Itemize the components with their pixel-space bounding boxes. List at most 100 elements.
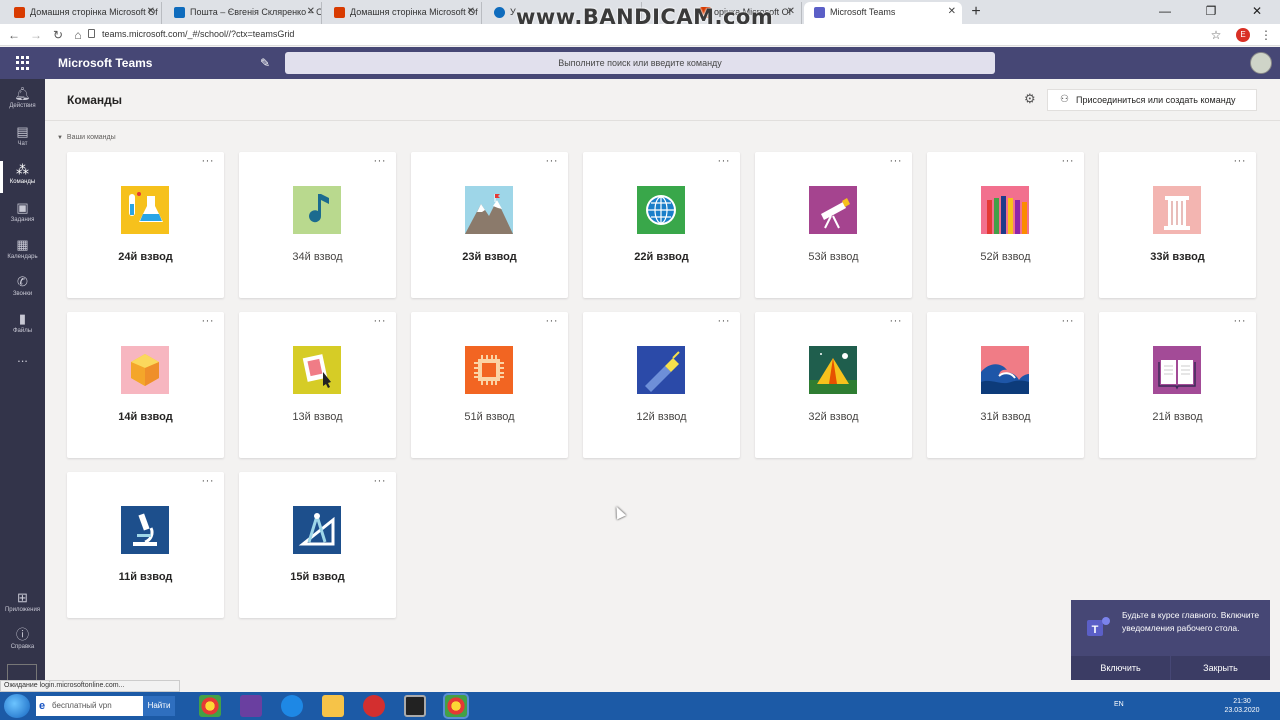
new-tab-button[interactable]: + bbox=[966, 3, 986, 21]
join-or-create-team-button[interactable]: ⚇ Присоединиться или создать команду bbox=[1047, 89, 1257, 111]
team-card[interactable]: ··· 32й взвод bbox=[755, 312, 912, 458]
teams-icon bbox=[814, 7, 825, 18]
user-avatar[interactable] bbox=[1250, 52, 1272, 74]
browser-status-text: Ожидание login.microsoftonline.com... bbox=[0, 680, 180, 692]
start-button[interactable] bbox=[4, 694, 30, 718]
more-options-icon[interactable]: ··· bbox=[1062, 155, 1075, 167]
close-window-button[interactable]: ✕ bbox=[1234, 0, 1280, 22]
more-options-icon[interactable]: ··· bbox=[374, 475, 387, 487]
minimize-button[interactable]: — bbox=[1142, 0, 1188, 22]
chrome-active-icon[interactable] bbox=[443, 693, 469, 719]
more-options-icon[interactable]: ··· bbox=[546, 315, 559, 327]
more-options-icon[interactable]: ··· bbox=[374, 315, 387, 327]
more-options-icon[interactable]: ··· bbox=[890, 315, 903, 327]
team-card[interactable]: ··· 21й взвод bbox=[1099, 312, 1256, 458]
more-options-icon[interactable]: ··· bbox=[202, 155, 215, 167]
tab-title: Пошта – Євгенія Скляренко – О bbox=[190, 7, 322, 17]
app-launcher-icon[interactable] bbox=[16, 56, 30, 70]
rail-item-help[interactable]: ⓘ Справка bbox=[0, 624, 45, 660]
bandicam-icon[interactable] bbox=[404, 695, 426, 717]
windows-taskbar: e бесплатный vpn Найти EN 21:30 23.03.20… bbox=[0, 692, 1280, 720]
taskbar-search-input[interactable]: e бесплатный vpn bbox=[36, 696, 143, 716]
team-card[interactable]: ··· 23й взвод bbox=[411, 152, 568, 298]
rail-item-assignments[interactable]: ▣ Задания bbox=[0, 197, 45, 233]
star-icon[interactable]: ☆ bbox=[1208, 27, 1224, 43]
forward-icon[interactable]: → bbox=[28, 27, 44, 43]
visual-studio-icon[interactable] bbox=[240, 695, 262, 717]
more-options-icon[interactable]: ··· bbox=[1234, 155, 1247, 167]
reload-icon[interactable]: ↻ bbox=[50, 27, 66, 43]
rail-item-teams[interactable]: ⁂ Команды bbox=[0, 159, 45, 195]
more-options-icon[interactable]: ··· bbox=[1234, 315, 1247, 327]
rail-item-apps[interactable]: ⊞ Приложения bbox=[0, 587, 45, 623]
more-options-icon[interactable]: ··· bbox=[890, 155, 903, 167]
browser-tab[interactable]: Домашня сторінка Microsoft Of ✕ bbox=[4, 2, 162, 24]
browser-menu-icon[interactable]: ⋮ bbox=[1258, 27, 1274, 43]
team-card[interactable]: ··· 52й взвод bbox=[927, 152, 1084, 298]
close-tab-icon[interactable]: ✕ bbox=[147, 6, 155, 17]
team-card[interactable]: ··· 53й взвод bbox=[755, 152, 912, 298]
more-options-icon[interactable]: ··· bbox=[202, 315, 215, 327]
main-content: Команды ⚙ ⚇ Присоединиться или создать к… bbox=[45, 79, 1280, 690]
language-indicator[interactable]: EN bbox=[1114, 701, 1124, 708]
caret-down-icon: ▼ bbox=[57, 135, 63, 141]
rail-item-calls[interactable]: ✆ Звонки bbox=[0, 271, 45, 307]
rail-item-files[interactable]: ▮ Файлы bbox=[0, 308, 45, 344]
calendar-icon: ▦ bbox=[16, 237, 29, 252]
search-input[interactable]: Выполните поиск или введите команду bbox=[285, 52, 995, 74]
clock[interactable]: 21:30 23.03.2020 bbox=[1222, 697, 1262, 715]
notification-toast: T Будьте в курсе главного. Включите увед… bbox=[1071, 600, 1270, 680]
more-options-icon[interactable]: ··· bbox=[546, 155, 559, 167]
rail-label: Календарь bbox=[7, 254, 38, 260]
enable-notifications-button[interactable]: Включить bbox=[1071, 656, 1170, 680]
rail-item-more[interactable]: ... bbox=[0, 347, 45, 383]
close-tab-icon[interactable]: ✕ bbox=[307, 6, 315, 17]
browser-tab[interactable]: Пошта – Євгенія Скляренко – О ✕ bbox=[164, 2, 322, 24]
close-tab-icon[interactable]: ✕ bbox=[787, 6, 795, 17]
opera-icon[interactable] bbox=[363, 695, 385, 717]
team-card[interactable]: ··· 15й взвод bbox=[239, 472, 396, 618]
team-card[interactable]: ··· 14й взвод bbox=[67, 312, 224, 458]
team-card[interactable]: ··· 11й взвод bbox=[67, 472, 224, 618]
your-teams-section-toggle[interactable]: ▼ Ваши команды bbox=[57, 134, 116, 141]
browser-tab-active[interactable]: Microsoft Teams ✕ bbox=[804, 2, 962, 24]
team-name: 23й взвод bbox=[462, 251, 517, 263]
more-options-icon[interactable]: ··· bbox=[718, 155, 731, 167]
team-card[interactable]: ··· 34й взвод bbox=[239, 152, 396, 298]
more-options-icon[interactable]: ··· bbox=[1062, 315, 1075, 327]
back-icon[interactable]: ← bbox=[6, 27, 22, 43]
browser-tab[interactable]: Домашня сторінка Microsoft Of ✕ bbox=[324, 2, 482, 24]
team-card[interactable]: ··· 51й взвод bbox=[411, 312, 568, 458]
gear-icon[interactable]: ⚙ bbox=[1024, 91, 1036, 107]
team-name: 53й взвод bbox=[808, 251, 859, 263]
more-options-icon[interactable]: ··· bbox=[374, 155, 387, 167]
rail-item-calendar[interactable]: ▦ Календарь bbox=[0, 234, 45, 270]
team-card[interactable]: ··· 12й взвод bbox=[583, 312, 740, 458]
address-bar: ← → ↻ ⌂ teams.microsoft.com/_#/school//?… bbox=[0, 24, 1280, 46]
team-card[interactable]: ··· 33й взвод bbox=[1099, 152, 1256, 298]
team-card[interactable]: ··· 31й взвод bbox=[927, 312, 1084, 458]
edge-icon: e bbox=[39, 700, 46, 712]
team-name: 13й взвод bbox=[292, 411, 343, 423]
close-toast-button[interactable]: Закрыть bbox=[1171, 656, 1270, 680]
rail-item-chat[interactable]: ▤ Чат bbox=[0, 121, 45, 157]
team-card[interactable]: ··· 13й взвод bbox=[239, 312, 396, 458]
url-field[interactable]: teams.microsoft.com/_#/school//?ctx=team… bbox=[102, 29, 294, 39]
taskbar-find-button[interactable]: Найти bbox=[143, 696, 175, 716]
compose-icon[interactable]: ✎ bbox=[260, 56, 270, 70]
internet-explorer-icon[interactable] bbox=[281, 695, 303, 717]
compass-icon bbox=[293, 506, 341, 554]
team-card[interactable]: ··· 22й взвод bbox=[583, 152, 740, 298]
team-card[interactable]: ··· 24й взвод bbox=[67, 152, 224, 298]
close-tab-icon[interactable]: ✕ bbox=[467, 6, 475, 17]
rail-item-activity[interactable]: 🔔︎ Действия bbox=[0, 83, 45, 119]
chrome-icon[interactable] bbox=[199, 695, 221, 717]
more-options-icon[interactable]: ··· bbox=[718, 315, 731, 327]
home-icon[interactable]: ⌂ bbox=[70, 27, 86, 43]
close-tab-icon[interactable]: ✕ bbox=[948, 6, 956, 17]
more-options-icon[interactable]: ··· bbox=[202, 475, 215, 487]
profile-avatar[interactable]: E bbox=[1236, 28, 1250, 42]
file-explorer-icon[interactable] bbox=[322, 695, 344, 717]
maximize-button[interactable]: ❐ bbox=[1188, 0, 1234, 22]
teams-logo-icon: T bbox=[1087, 617, 1110, 636]
